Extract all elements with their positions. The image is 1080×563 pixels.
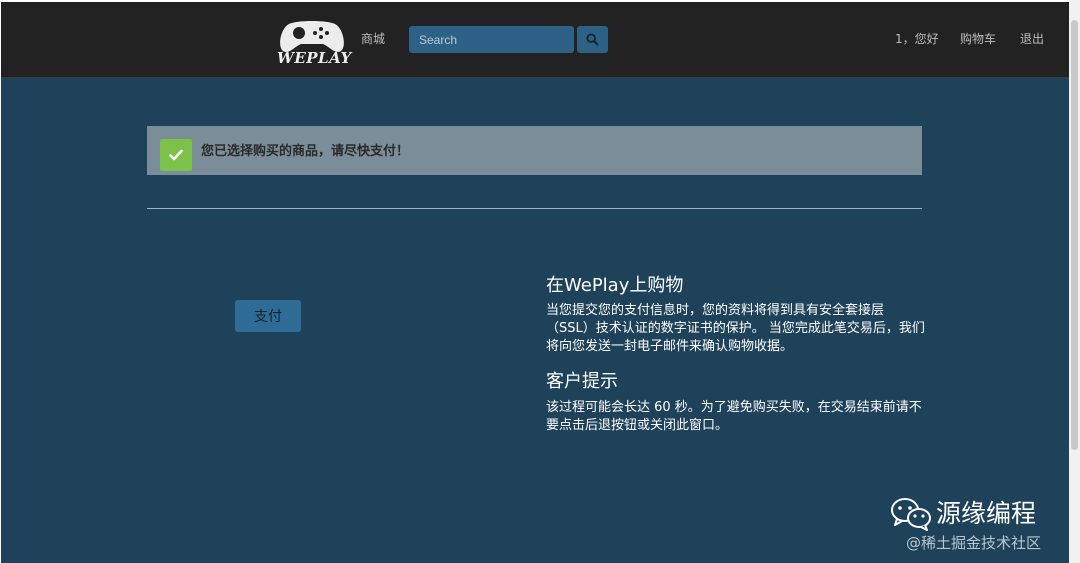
- vertical-scrollbar[interactable]: [1069, 0, 1080, 563]
- customer-tip-body: 该过程可能会长达 60 秒。为了避免购买失败，在交易结束前请不要点击后退按钮或关…: [546, 400, 922, 433]
- watermark-site: @稀土掘金技术社区: [906, 534, 1042, 552]
- check-icon: [169, 149, 183, 161]
- search-input[interactable]: [409, 26, 574, 53]
- shopping-info-title: 在WePlay上购物: [546, 275, 684, 296]
- nav-link-mall[interactable]: 商城: [361, 31, 385, 47]
- navbar: WEPLAY 商城 1，您好 购物车 退出: [1, 2, 1069, 78]
- nav-link-cart[interactable]: 购物车: [960, 31, 996, 47]
- logo-text: WEPLAY: [277, 49, 352, 67]
- customer-tip-title: 客户提示: [546, 371, 618, 392]
- page-frame: WEPLAY 商城 1，您好 购物车 退出 您已选择购买的商品，请尽快支付！ 支…: [1, 2, 1069, 563]
- shopping-info-body: 当您提交您的支付信息时，您的资料将得到具有安全套接层（SSL）技术认证的数字证书…: [546, 303, 925, 354]
- nav-link-logout[interactable]: 退出: [1020, 31, 1044, 47]
- scrollbar-thumb[interactable]: [1071, 20, 1078, 450]
- nav-user-greeting[interactable]: 1，您好: [895, 31, 939, 47]
- search-icon: [586, 33, 599, 46]
- check-badge: [160, 139, 192, 171]
- alert-message: 您已选择购买的商品，请尽快支付！: [201, 144, 410, 159]
- watermark-brand: 源缘编程: [936, 499, 1037, 528]
- wechat-icon: [891, 498, 931, 531]
- divider: [147, 208, 922, 209]
- success-alert: 您已选择购买的商品，请尽快支付！: [147, 126, 922, 175]
- search-button[interactable]: [577, 26, 608, 53]
- pay-button[interactable]: 支付: [235, 300, 301, 332]
- weplay-logo[interactable]: WEPLAY: [277, 20, 352, 70]
